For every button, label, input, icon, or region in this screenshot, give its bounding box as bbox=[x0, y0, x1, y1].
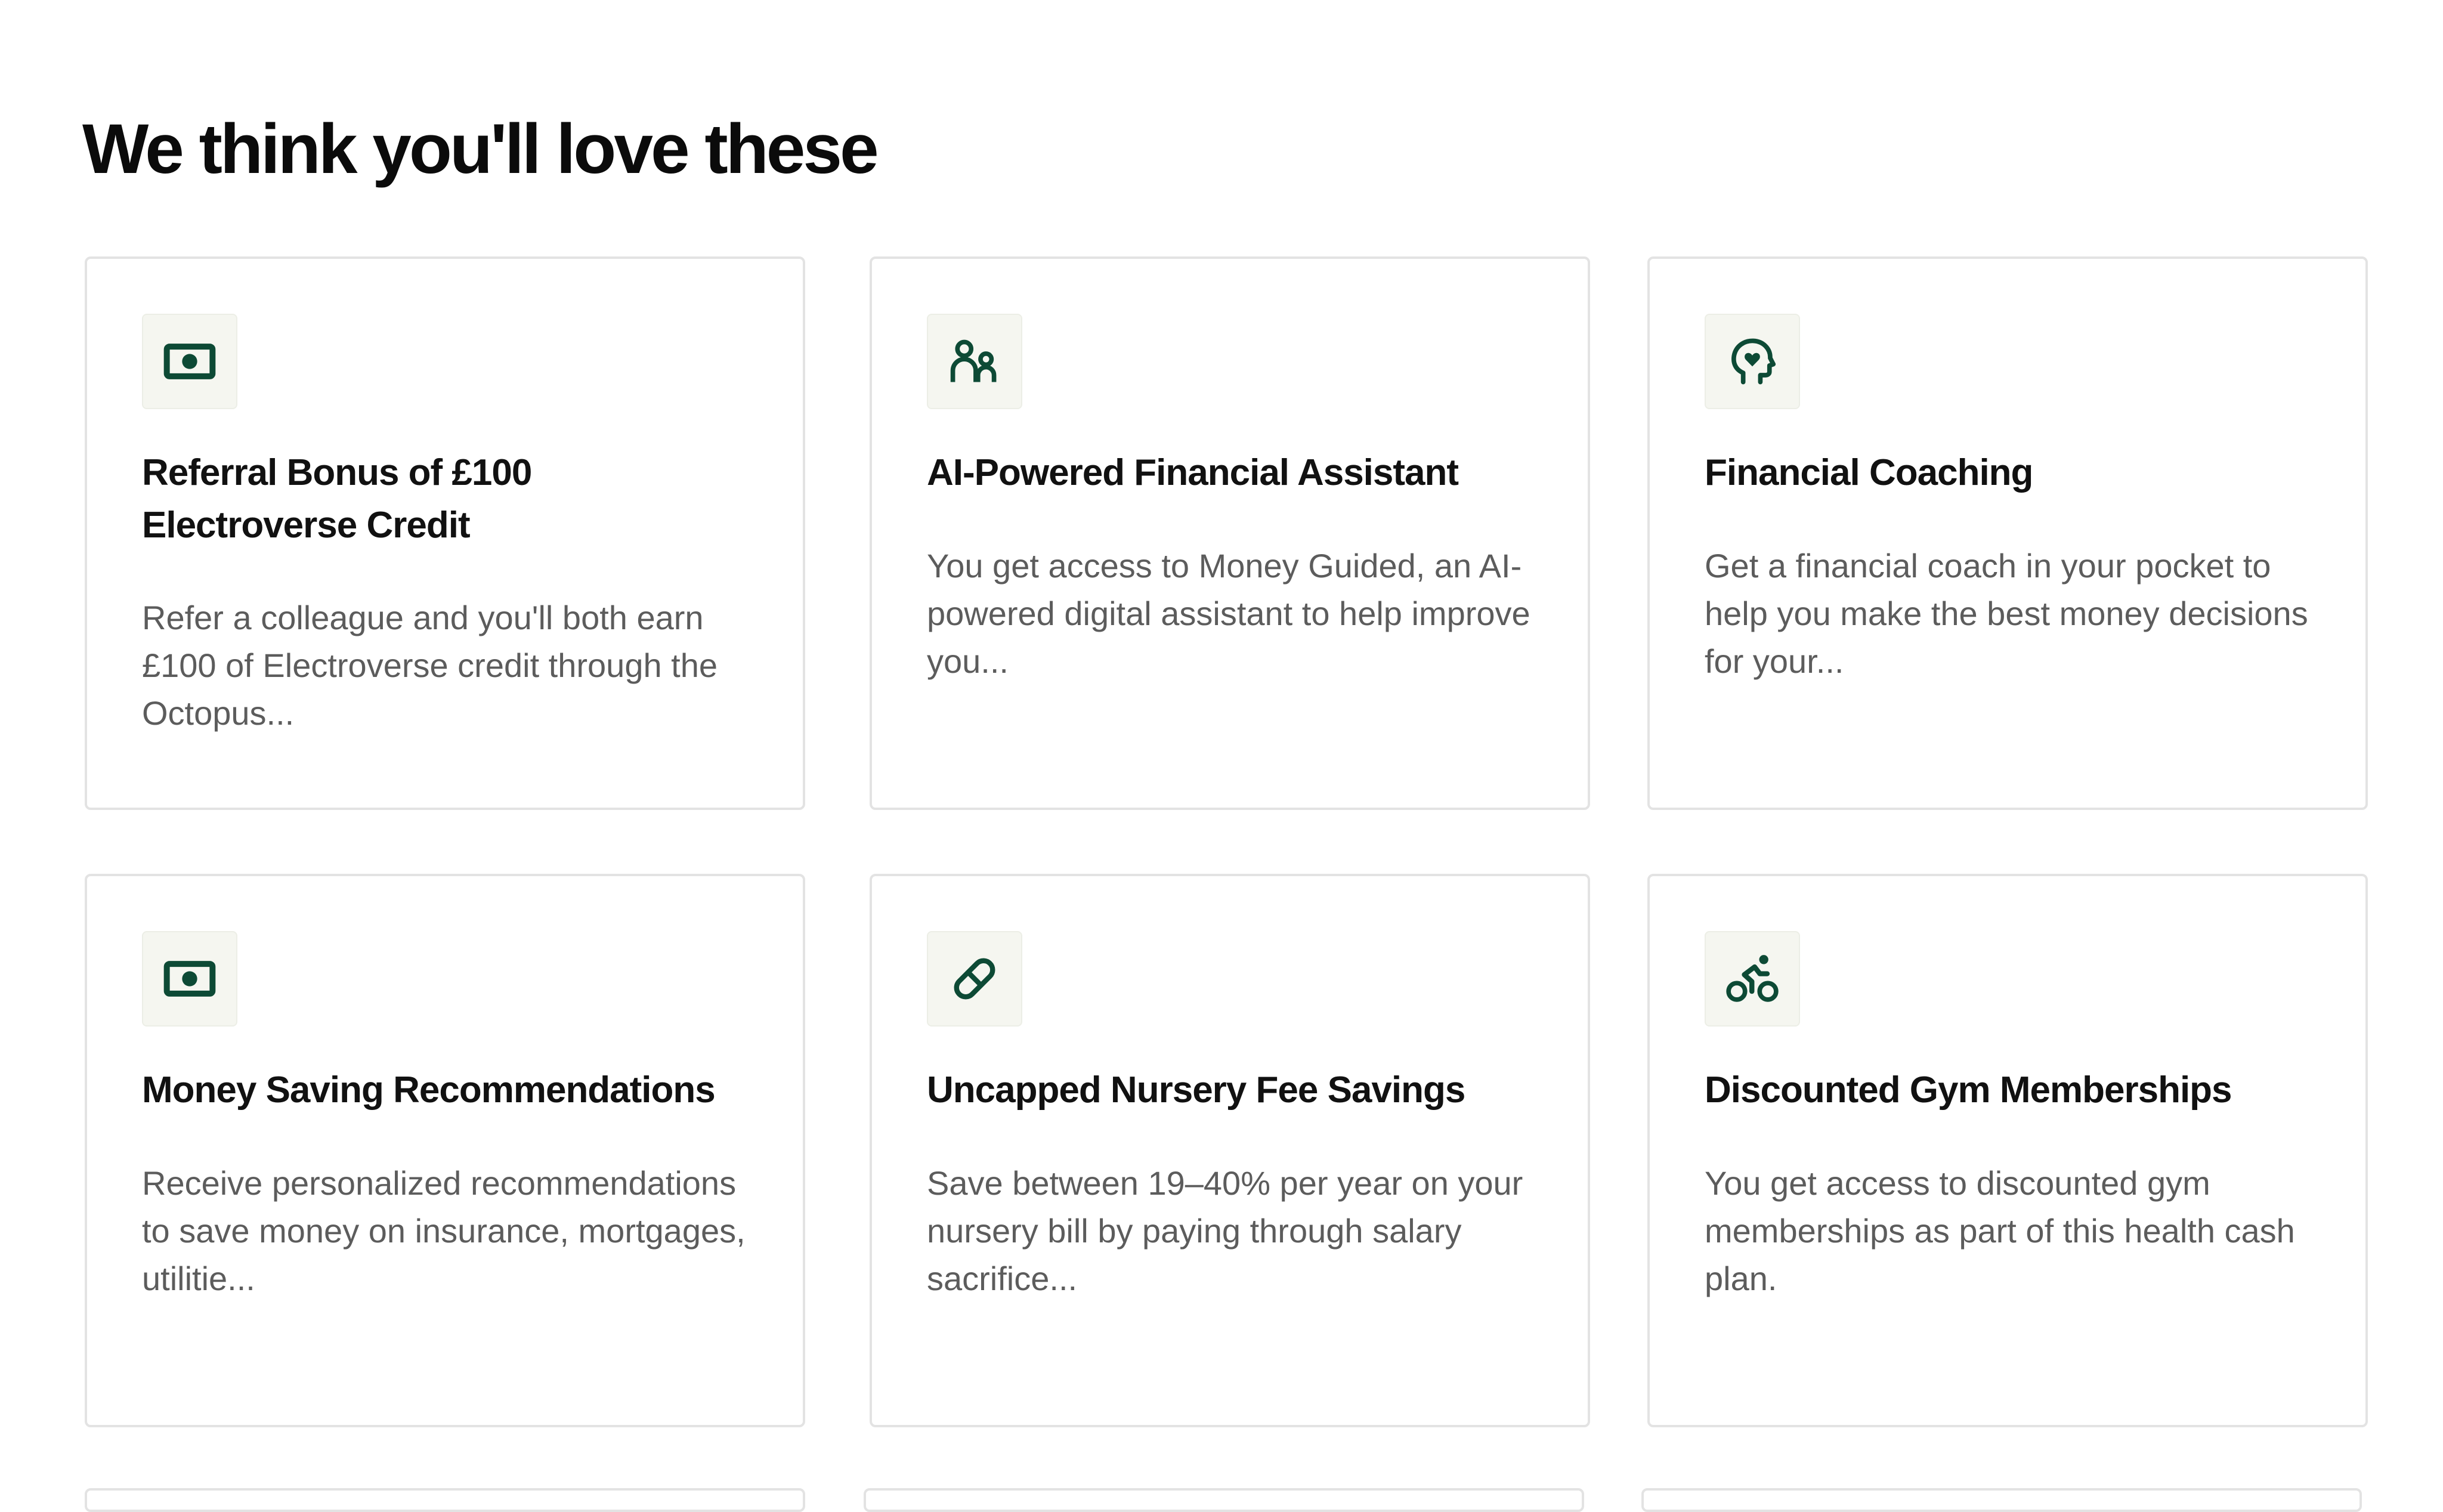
card-description: Receive personalized recommendations to … bbox=[142, 1164, 746, 1297]
benefit-card-partial[interactable] bbox=[1641, 1488, 2362, 1512]
card-title: AI-Powered Financial Assistant bbox=[927, 452, 1459, 493]
benefit-card[interactable]: Money Saving Recommendations Receive per… bbox=[85, 874, 805, 1427]
banknote-icon bbox=[163, 344, 216, 379]
icon-tile bbox=[1705, 314, 1800, 409]
icon-tile bbox=[927, 314, 1022, 409]
icon-tile bbox=[142, 931, 237, 1026]
cyclist-icon bbox=[1726, 955, 1779, 1002]
card-title: Referral Bonus of £100 Electroverse Cred… bbox=[142, 452, 532, 546]
card-title: Uncapped Nursery Fee Savings bbox=[927, 1069, 1465, 1111]
card-description: Refer a colleague and you'll both earn £… bbox=[142, 599, 718, 732]
benefit-card[interactable]: Discounted Gym Memberships You get acces… bbox=[1647, 874, 2368, 1427]
banknote-icon bbox=[163, 961, 216, 997]
icon-tile bbox=[927, 931, 1022, 1026]
card-description: Save between 19–40% per year on your nur… bbox=[927, 1164, 1523, 1297]
benefit-card[interactable]: Referral Bonus of £100 Electroverse Cred… bbox=[85, 256, 805, 810]
benefit-card-partial[interactable] bbox=[85, 1488, 805, 1512]
card-title: Money Saving Recommendations bbox=[142, 1069, 716, 1111]
benefit-card-partial[interactable] bbox=[864, 1488, 1584, 1512]
people-icon bbox=[950, 339, 997, 382]
head-heart-icon bbox=[1731, 338, 1776, 385]
icon-tile bbox=[1705, 931, 1800, 1026]
icon-tile bbox=[142, 314, 237, 409]
page-title: We think you'll love these bbox=[82, 110, 879, 188]
card-title: Discounted Gym Memberships bbox=[1705, 1069, 2232, 1111]
benefit-card[interactable]: Financial Coaching Get a financial coach… bbox=[1647, 256, 2368, 810]
card-title: Financial Coaching bbox=[1705, 452, 2033, 493]
card-description: You get access to Money Guided, an AI-po… bbox=[927, 547, 1530, 680]
card-description: You get access to discounted gym members… bbox=[1705, 1164, 2295, 1297]
pill-icon bbox=[954, 958, 995, 1000]
benefit-card[interactable]: AI-Powered Financial Assistant You get a… bbox=[870, 256, 1590, 810]
benefit-card[interactable]: Uncapped Nursery Fee Savings Save betwee… bbox=[870, 874, 1590, 1427]
card-description: Get a financial coach in your pocket to … bbox=[1705, 547, 2308, 680]
